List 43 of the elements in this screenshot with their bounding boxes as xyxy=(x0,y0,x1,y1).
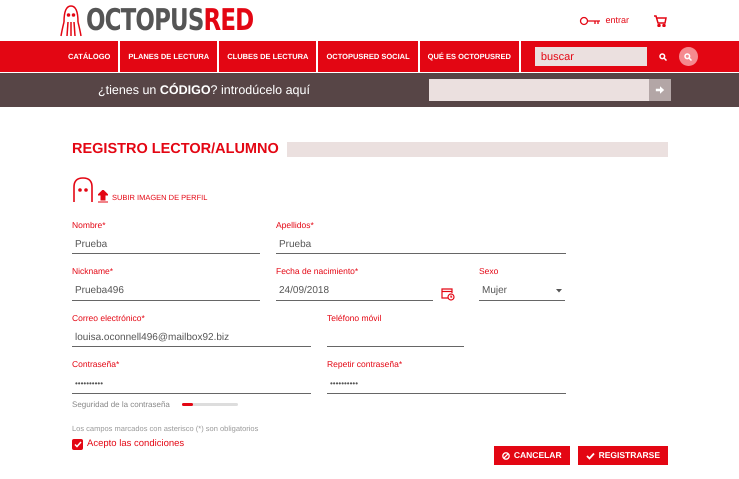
octopus-logo-icon[interactable] xyxy=(60,4,82,38)
gender-select[interactable]: Mujer xyxy=(479,282,565,301)
field-label: Nombre* xyxy=(72,220,107,230)
password-field[interactable]: •••••••••• xyxy=(327,374,566,394)
password-field[interactable]: •••••••••• xyxy=(72,374,311,394)
field-label: Teléfono móvil xyxy=(327,314,382,322)
login-link[interactable]: entrar xyxy=(579,14,629,28)
cart-icon[interactable] xyxy=(653,14,667,27)
field-label: Nickname* xyxy=(72,267,114,276)
logo-text[interactable]: OCTOPUS xyxy=(86,6,204,36)
search-icon[interactable] xyxy=(658,52,667,60)
input-field[interactable]: Prueba xyxy=(72,235,260,254)
search-button[interactable] xyxy=(678,47,698,66)
search-icon xyxy=(684,52,692,60)
key-icon xyxy=(579,16,602,26)
input-field[interactable]: 24/09/2018 xyxy=(276,282,433,301)
strength-label: Seguridad de la contraseña xyxy=(72,398,170,411)
input-field[interactable]: Prueba496 xyxy=(72,282,260,301)
checkmark-icon xyxy=(586,452,595,460)
cancel-button[interactable]: CANCELAR xyxy=(494,446,570,465)
checkmark-icon xyxy=(74,440,82,448)
caret-icon xyxy=(556,288,562,293)
input-field[interactable]: Prueba xyxy=(276,235,566,254)
upload-icon xyxy=(98,190,108,203)
terms-checkbox[interactable] xyxy=(72,438,83,450)
field-label: Correo electrónico* xyxy=(72,314,146,322)
field-label: Repetir contraseña* xyxy=(327,360,404,369)
input-field[interactable]: louisa.oconnell496@mailbox92.biz xyxy=(72,328,311,348)
field-label: Contraseña* xyxy=(72,360,120,369)
register-button[interactable]: REGISTRARSE xyxy=(578,446,668,465)
form-title: REGISTRO LECTOR/ALUMNO xyxy=(72,140,279,159)
field-label: Fecha de nacimiento* xyxy=(276,267,360,276)
code-prompt-text: ¿tienes un CÓDIGO? introdúcelo aquí xyxy=(98,82,310,99)
calendar-icon[interactable] xyxy=(441,286,455,301)
field-label: Sexo xyxy=(479,267,500,276)
avatar-icon xyxy=(72,176,94,203)
logo-text[interactable]: RED xyxy=(204,6,254,36)
search-field[interactable]: buscar xyxy=(534,47,647,66)
cancel-icon xyxy=(502,452,510,460)
arrow-right-icon xyxy=(655,85,665,95)
field-label: Apellidos* xyxy=(276,220,315,230)
code-input-field[interactable] xyxy=(429,79,649,101)
terms-label[interactable]: Acepto las condiciones xyxy=(87,437,184,452)
